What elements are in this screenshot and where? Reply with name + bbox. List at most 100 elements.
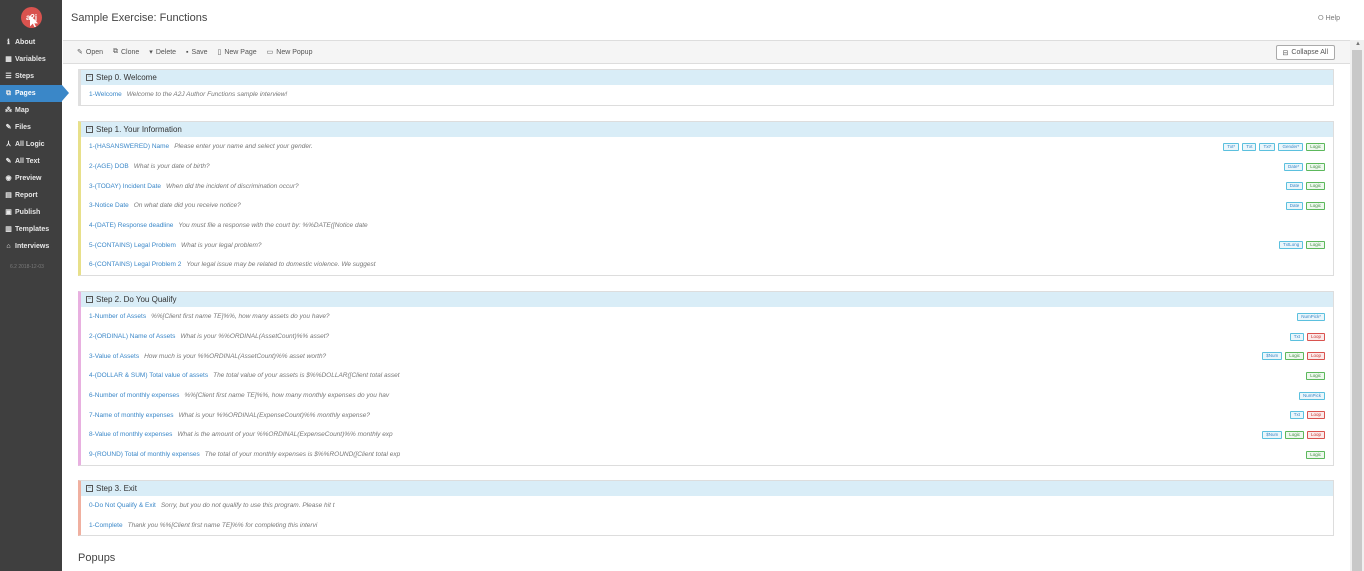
page-tag-badge[interactable]: Logic — [1306, 143, 1325, 151]
page-row[interactable]: 6-Number of monthly expenses %%[Client fi… — [81, 386, 1333, 406]
page-row[interactable]: 4-(DOLLAR & SUM) Total value of assets Th… — [81, 366, 1333, 386]
delete-button[interactable]: ▾ Delete — [149, 48, 176, 57]
sidebar-item-variables[interactable]: ▦ Variables — [0, 51, 62, 68]
sidebar-item-publish[interactable]: ▣ Publish — [0, 204, 62, 221]
vertical-scrollbar[interactable]: ▲ — [1350, 40, 1364, 571]
page-tag-badge[interactable]: $Num — [1262, 352, 1283, 361]
sidebar-item-all-logic[interactable]: ⅄ All Logic — [0, 136, 62, 153]
page-name-link[interactable]: 4-(DOLLAR & SUM) Total value of assets — [89, 372, 208, 379]
page-name-link[interactable]: 2-(AGE) DOB — [89, 163, 129, 170]
page-tag-badge[interactable]: Date* — [1283, 162, 1304, 171]
page-tag-badge[interactable]: Txt — [1242, 143, 1257, 151]
page-row[interactable]: 2-(AGE) DOB What is your date of birth? Da… — [81, 157, 1333, 177]
page-row[interactable]: 1-(HASANSWERED) Name Please enter your na… — [81, 137, 1333, 157]
save-button[interactable]: ▪ Save — [186, 49, 207, 56]
collapse-toggle-icon[interactable]: − — [86, 296, 93, 303]
collapse-toggle-icon[interactable]: − — [86, 485, 93, 492]
help-link[interactable]: ⭘ Help — [1318, 15, 1340, 23]
new-popup-button[interactable]: ▭ New Popup — [267, 48, 313, 57]
page-tag-badge[interactable]: Logic — [1285, 431, 1304, 440]
page-name-link[interactable]: 4-(DATE) Response deadline — [89, 222, 173, 229]
page-name-link[interactable]: 1-(HASANSWERED) Name — [89, 143, 169, 150]
collapse-toggle-icon[interactable]: − — [86, 126, 93, 133]
collapse-toggle-icon[interactable]: − — [86, 74, 93, 81]
page-tag-badge[interactable]: Logic — [1306, 182, 1325, 191]
page-tag-badge[interactable]: NumPick* — [1297, 313, 1325, 321]
page-tag-badge[interactable]: Date — [1285, 202, 1304, 211]
page-row[interactable]: 2-(ORDINAL) Name of Assets What is your %… — [81, 327, 1333, 347]
sidebar-item-interviews[interactable]: ⌂ Interviews — [0, 238, 62, 255]
page-row[interactable]: 3-Value of Assets How much is your %%ORDI… — [81, 346, 1333, 366]
step-header[interactable]: − Step 3. Exit — [81, 481, 1333, 496]
step-header[interactable]: − Step 0. Welcome — [81, 70, 1333, 85]
page-tag-badge[interactable]: Logic — [1306, 372, 1325, 381]
page-name-link[interactable]: 5-(CONTAINS) Legal Problem — [89, 242, 176, 249]
collapse-all-button[interactable]: ⊟ Collapse All — [1275, 45, 1335, 60]
clone-button[interactable]: ⧉ Clone — [113, 48, 139, 56]
page-row[interactable]: 1-Welcome Welcome to the A2J Author Funct… — [81, 85, 1333, 105]
templates-icon: ▥ — [5, 226, 12, 233]
page-name-link[interactable]: 9-(ROUND) Total of monthly expenses — [89, 451, 200, 458]
page-row[interactable]: 1-Number of Assets %%[Client first name T… — [81, 307, 1333, 327]
page-tag-badge[interactable]: Loop — [1306, 352, 1325, 361]
sidebar-item-preview[interactable]: ◉ Preview — [0, 170, 62, 187]
page-tag-badge[interactable]: NumPick — [1298, 391, 1325, 400]
page-name-link[interactable]: 0-Do Not Qualify & Exit — [89, 502, 156, 509]
page-tag-badge[interactable]: Loop — [1306, 411, 1325, 420]
page-name-link[interactable]: 3-Value of Assets — [89, 353, 139, 360]
sidebar-item-all-text[interactable]: ✎ All Text — [0, 153, 62, 170]
page-name-link[interactable]: 3-(TODAY) Incident Date — [89, 183, 161, 190]
page-row[interactable]: 3-Notice Date On what date did you receiv… — [81, 196, 1333, 216]
page-name-link[interactable]: 6-Number of monthly expenses — [89, 392, 179, 399]
page-row[interactable]: 9-(ROUND) Total of monthly expenses The t… — [81, 445, 1333, 465]
page-name-link[interactable]: 6-(CONTAINS) Legal Problem 2 — [89, 261, 181, 268]
page-tag-badge[interactable]: Txt — [1289, 332, 1304, 341]
sidebar-item-map[interactable]: ⁂ Map — [0, 102, 62, 119]
page-name-link[interactable]: 3-Notice Date — [89, 202, 129, 209]
scroll-up-icon[interactable]: ▲ — [1355, 41, 1361, 47]
page-tag-badge[interactable]: Date — [1285, 182, 1304, 191]
page-row[interactable]: 1-Complete Thank you %%[Client first name… — [81, 516, 1333, 536]
page-name-link[interactable]: 8-Value of monthly expenses — [89, 431, 172, 438]
page-row[interactable]: 5-(CONTAINS) Legal Problem What is your l… — [81, 235, 1333, 255]
page-tag-badge[interactable]: Logic — [1306, 241, 1325, 250]
page-tag-badge[interactable]: Gender* — [1278, 143, 1304, 151]
page-row[interactable]: 0-Do Not Qualify & Exit Sorry, but you do… — [81, 496, 1333, 516]
sidebar-item-about[interactable]: ℹ About — [0, 34, 62, 51]
new-page-button[interactable]: ▯ New Page — [218, 48, 257, 57]
page-tag-badge[interactable]: Txt* — [1259, 143, 1276, 151]
sidebar-item-steps[interactable]: ☰ Steps — [0, 68, 62, 85]
step-panel: − Step 3. Exit 0-Do Not Qualify & Exit Sorr… — [78, 480, 1334, 537]
page-tag-badge[interactable]: Loop — [1306, 431, 1325, 440]
page-tag-badge[interactable]: Txt — [1289, 411, 1304, 420]
page-row[interactable]: 7-Name of monthly expenses What is your %… — [81, 405, 1333, 425]
open-button[interactable]: ✎ Open — [77, 48, 103, 57]
page-name-link[interactable]: 1-Number of Assets — [89, 313, 146, 320]
page-tag-badge[interactable]: TxtLong — [1278, 241, 1304, 250]
page-tag-badge[interactable]: Logic — [1306, 162, 1325, 171]
step-header[interactable]: − Step 1. Your Information — [81, 122, 1333, 137]
page-tag-badge[interactable]: $Num — [1262, 431, 1283, 440]
page-name-link[interactable]: 1-Complete — [89, 522, 123, 529]
variables-icon: ▦ — [5, 56, 12, 63]
page-tag-badge[interactable]: Loop — [1306, 332, 1325, 341]
page-tags: TxtLong Logic — [1278, 241, 1325, 250]
page-text-preview: When did the incident of discrimination … — [166, 182, 299, 190]
page-tag-badge[interactable]: Logic — [1306, 202, 1325, 211]
sidebar-item-pages[interactable]: ⧉ Pages — [0, 85, 69, 102]
page-name-link[interactable]: 1-Welcome — [89, 91, 122, 98]
scroll-thumb[interactable] — [1352, 50, 1362, 571]
page-row[interactable]: 6-(CONTAINS) Legal Problem 2 Your legal i… — [81, 255, 1333, 275]
step-header[interactable]: − Step 2. Do You Qualify — [81, 292, 1333, 307]
page-row[interactable]: 3-(TODAY) Incident Date When did the inci… — [81, 176, 1333, 196]
page-name-link[interactable]: 2-(ORDINAL) Name of Assets — [89, 333, 175, 340]
sidebar-item-report[interactable]: ▤ Report — [0, 187, 62, 204]
sidebar-item-files[interactable]: ✎ Files — [0, 119, 62, 136]
page-row[interactable]: 8-Value of monthly expenses What is the a… — [81, 425, 1333, 445]
sidebar-item-templates[interactable]: ▥ Templates — [0, 221, 62, 238]
page-name-link[interactable]: 7-Name of monthly expenses — [89, 412, 174, 419]
page-tag-badge[interactable]: Txt* — [1223, 143, 1240, 151]
page-tag-badge[interactable]: Logic — [1285, 352, 1304, 361]
page-tag-badge[interactable]: Logic — [1306, 450, 1325, 459]
page-row[interactable]: 4-(DATE) Response deadline You must file … — [81, 216, 1333, 236]
